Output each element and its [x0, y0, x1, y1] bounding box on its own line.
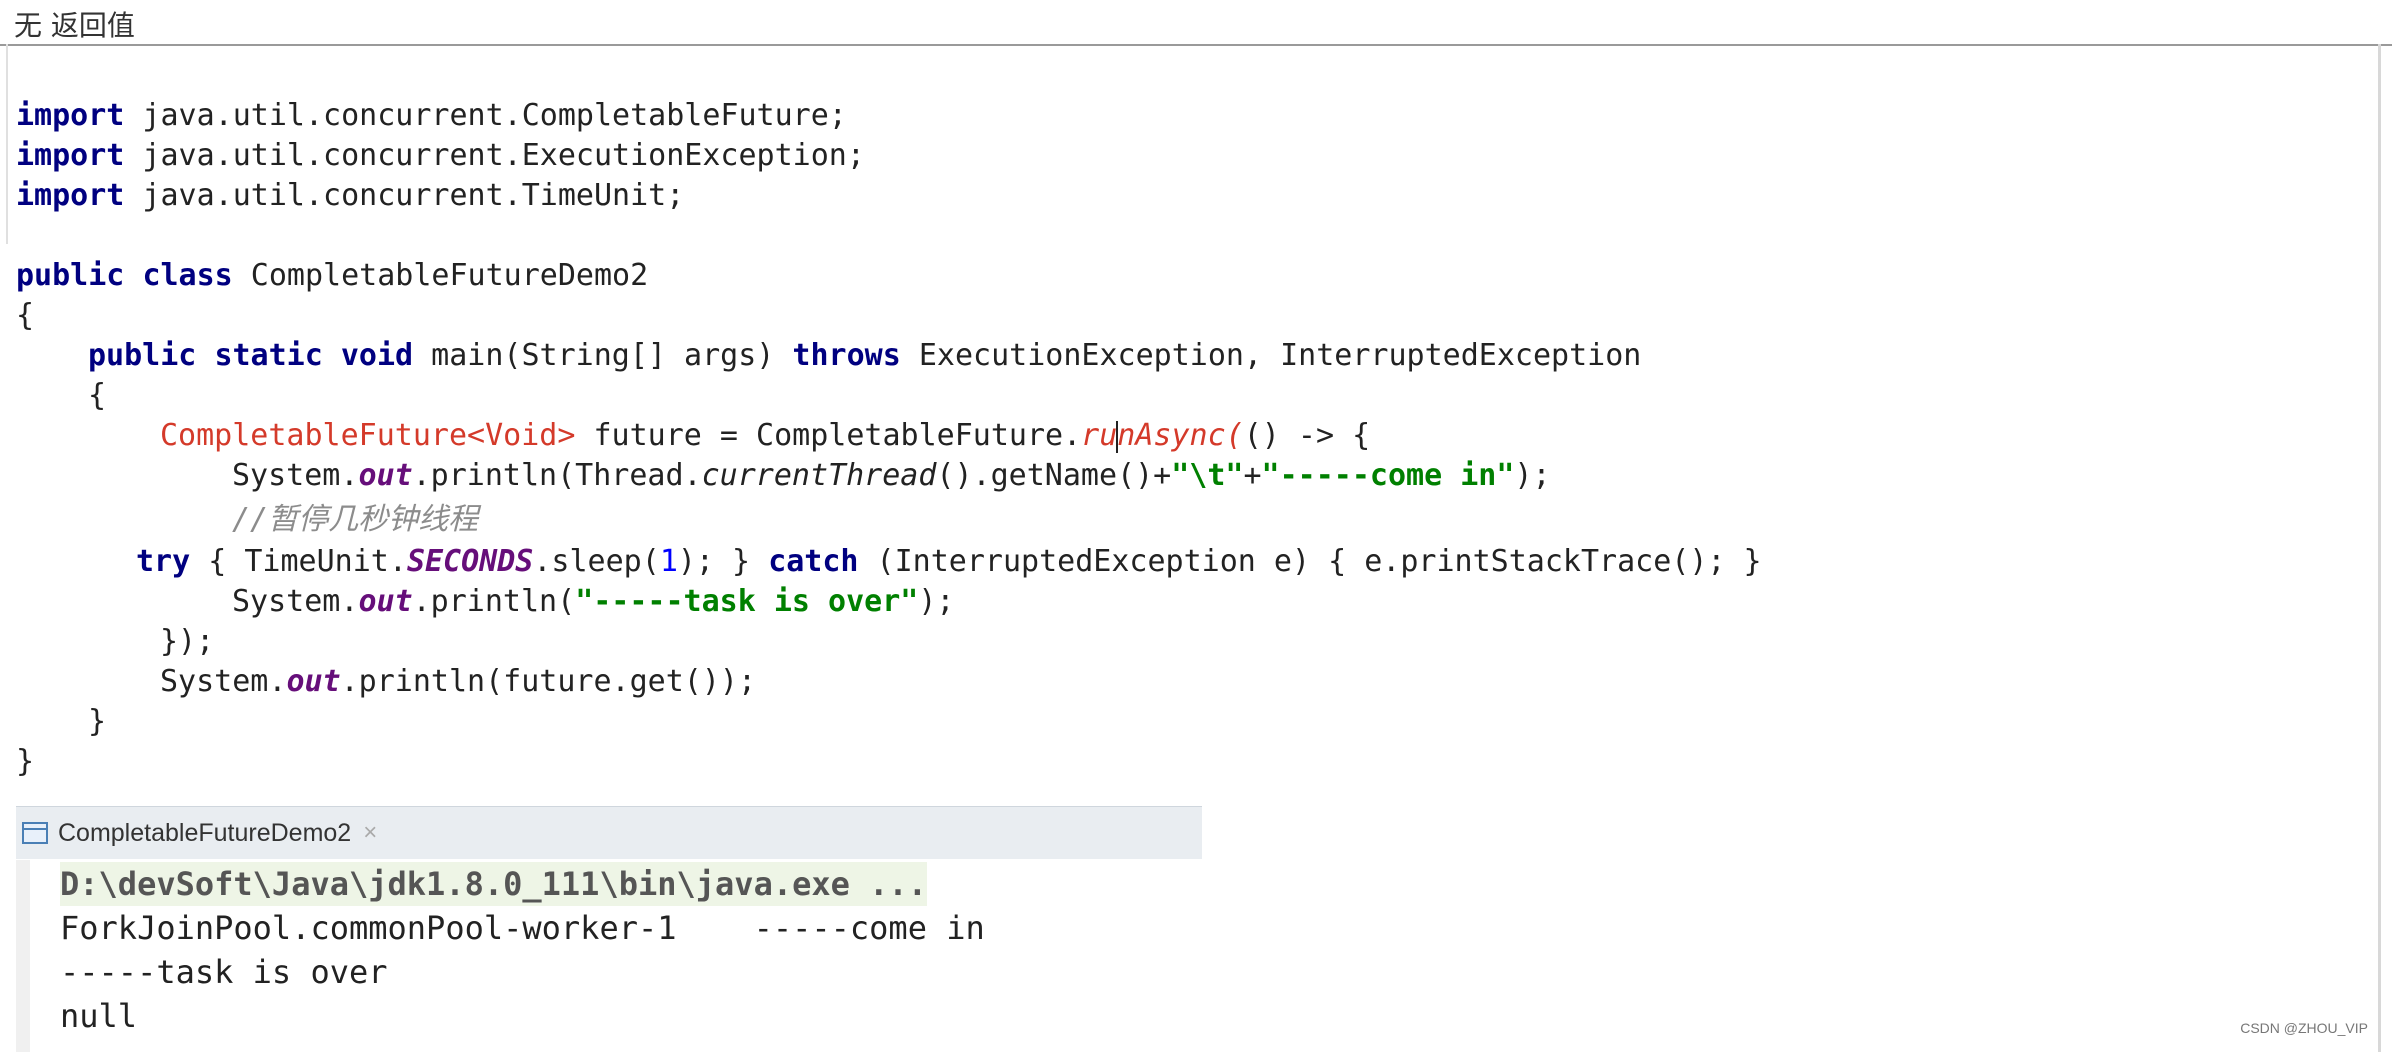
code-line-import-1: import java.util.concurrent.CompletableF… — [16, 98, 847, 133]
code-line-comment: //暂停几秒钟线程 — [232, 502, 479, 537]
console-line-command: D:\devSoft\Java\jdk1.8.0_111\bin\java.ex… — [60, 862, 927, 906]
code-line-println-over: System.out.println("-----task is over"); — [232, 584, 955, 619]
console-gutter — [16, 860, 30, 1052]
code-line-future: CompletableFuture<Void> future = Complet… — [160, 418, 1371, 453]
console-tab-bar: CompletableFutureDemo2 × — [16, 806, 1202, 859]
code-line-println-come-in: System.out.println(Thread.currentThread(… — [232, 458, 1551, 493]
editor-left-border — [6, 44, 8, 244]
watermark: CSDN @ZHOU_VIP — [2240, 1020, 2368, 1036]
console-line-task-over: -----task is over — [60, 953, 388, 991]
code-line-method-close: } — [88, 704, 107, 739]
code-line-method-open: { — [88, 378, 107, 413]
console-tab-label: CompletableFutureDemo2 — [58, 818, 352, 847]
code-line-import-2: import java.util.concurrent.ExecutionExc… — [16, 138, 865, 173]
code-line-try-sleep: try { TimeUnit.SECONDS.sleep(1); } catch… — [136, 544, 1762, 579]
code-line-lambda-close: }); — [160, 624, 215, 659]
code-line-class-close: } — [16, 744, 35, 779]
console-line-null: null — [60, 997, 138, 1035]
code-line-main-decl: public static void main(String[] args) t… — [88, 338, 1642, 373]
code-line-println-future: System.out.println(future.get()); — [160, 664, 757, 699]
close-icon[interactable]: × — [363, 819, 377, 847]
console-tab[interactable]: CompletableFutureDemo2 × — [16, 807, 392, 859]
code-line-import-3: import java.util.concurrent.TimeUnit; — [16, 178, 685, 213]
code-line-class-decl: public class CompletableFutureDemo2 — [16, 258, 649, 293]
title-bar: 无 返回值 — [0, 0, 2392, 46]
editor-scrollbar[interactable] — [2378, 44, 2381, 1052]
console-line-come-in: ForkJoinPool.commonPool-worker-1 -----co… — [60, 909, 985, 947]
console-window-icon — [22, 822, 48, 844]
window-title: 无 返回值 — [14, 9, 135, 42]
code-line-class-open: { — [16, 298, 35, 333]
